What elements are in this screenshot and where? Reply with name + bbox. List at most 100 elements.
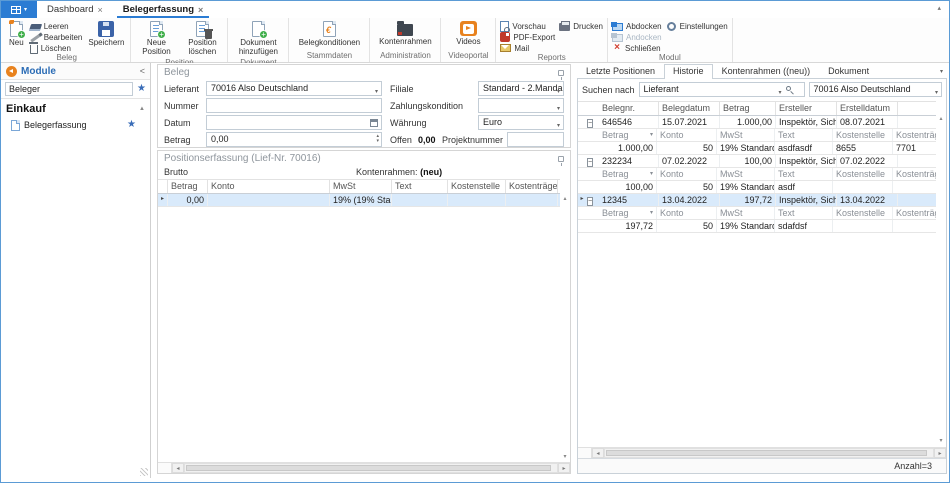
- column-header-kostentraeger[interactable]: Kostenträger: [506, 180, 558, 193]
- collapse-box-icon[interactable]: −: [587, 158, 593, 167]
- leeren-button[interactable]: Leeren: [30, 21, 83, 31]
- scroll-up-icon[interactable]: ▴: [563, 195, 566, 203]
- master-row-selected[interactable]: ▸ − 12345 13.04.2022 197,72 Inspektör, S…: [578, 194, 936, 207]
- projektnummer-input[interactable]: [507, 132, 564, 147]
- waehrung-combo[interactable]: Euro ▾: [478, 115, 564, 130]
- scroll-left-icon[interactable]: ◂: [172, 463, 184, 473]
- search-value-combo[interactable]: 70016 Also Deutschland ▾: [809, 82, 942, 97]
- calendar-icon[interactable]: [370, 119, 378, 127]
- vorschau-button[interactable]: Vorschau: [500, 21, 555, 31]
- tab-kontenrahmen-neu[interactable]: Kontenrahmen ((neu)): [713, 64, 820, 78]
- chevron-down-icon[interactable]: ▾: [557, 86, 560, 96]
- bearbeiten-button[interactable]: Bearbeiten: [30, 32, 83, 42]
- detail-column-kostenstelle[interactable]: Kostenstelle: [833, 168, 893, 180]
- horizontal-scrollbar[interactable]: ◂ ▸: [578, 447, 946, 458]
- dokument-hinzufuegen-button[interactable]: Dokument hinzufügen: [232, 20, 284, 58]
- scroll-up-icon[interactable]: ▴: [939, 115, 942, 123]
- chevron-down-icon[interactable]: ▾: [935, 87, 938, 97]
- scrollbar-track[interactable]: [604, 448, 934, 458]
- horizontal-scrollbar[interactable]: ◂ ▸: [158, 462, 570, 473]
- tab-dashboard[interactable]: Dashboard ×: [37, 1, 113, 18]
- column-header-erstelldatum[interactable]: Erstelldatum: [837, 102, 898, 115]
- column-header-belegdatum[interactable]: Belegdatum: [659, 102, 720, 115]
- detail-row[interactable]: 1.000,00 50 19% Standard MwS... asdfasdf…: [578, 142, 936, 155]
- speichern-button[interactable]: Speichern: [86, 20, 126, 49]
- filter-caret-icon[interactable]: ▾: [650, 208, 653, 218]
- andocken-button[interactable]: Andocken: [612, 32, 662, 42]
- column-header-betrag[interactable]: Betrag: [168, 180, 208, 193]
- detail-column-text[interactable]: Text: [775, 207, 833, 219]
- detail-column-text[interactable]: Text: [775, 129, 833, 141]
- module-group-einkauf[interactable]: Einkauf ▲: [1, 99, 150, 117]
- spinner-stepper[interactable]: ▴▾: [376, 134, 379, 144]
- scroll-down-icon[interactable]: ▾: [563, 453, 566, 461]
- neue-position-button[interactable]: Neue Position: [135, 20, 177, 58]
- column-header-belegnr[interactable]: Belegnr.: [599, 102, 659, 115]
- item-favorite-star-icon[interactable]: ★: [127, 120, 136, 130]
- chevron-down-icon[interactable]: ▾: [779, 87, 782, 97]
- chevron-down-icon[interactable]: ▾: [557, 120, 560, 130]
- filiale-combo[interactable]: Standard - 2.Mandant ▾: [478, 81, 564, 96]
- detail-column-betrag[interactable]: Betrag▾: [599, 168, 657, 180]
- detail-row[interactable]: 197,72 50 19% Standard MwS... sdafdsf: [578, 220, 936, 233]
- betrag-input[interactable]: 0,00 ▴▾: [206, 132, 382, 147]
- vertical-scrollbar[interactable]: ▴ ▾: [560, 195, 570, 461]
- column-header-mwst[interactable]: MwSt: [330, 180, 392, 193]
- detail-column-mwst[interactable]: MwSt: [717, 207, 775, 219]
- filter-caret-icon[interactable]: ▾: [650, 169, 653, 179]
- neu-button[interactable]: Neu: [7, 20, 26, 49]
- detail-column-konto[interactable]: Konto: [657, 207, 717, 219]
- scrollbar-thumb[interactable]: [186, 465, 551, 471]
- master-row[interactable]: − 646546 15.07.2021 1.000,00 Inspektör, …: [578, 116, 936, 129]
- column-header-konto[interactable]: Konto: [208, 180, 330, 193]
- filter-caret-icon[interactable]: ▾: [650, 130, 653, 140]
- magnifier-icon[interactable]: [786, 86, 791, 91]
- nummer-input[interactable]: [206, 98, 382, 113]
- detail-column-betrag[interactable]: Betrag▾: [599, 129, 657, 141]
- column-header-ersteller[interactable]: Ersteller: [776, 102, 837, 115]
- tab-belegerfassung[interactable]: Belegerfassung ×: [113, 1, 214, 18]
- detail-column-konto[interactable]: Konto: [657, 129, 717, 141]
- scroll-right-icon[interactable]: ▸: [558, 463, 570, 473]
- detail-column-kostentraeger[interactable]: Kostenträger: [893, 207, 936, 219]
- mail-button[interactable]: Mail: [500, 43, 555, 53]
- lieferant-combo[interactable]: 70016 Also Deutschland ▾: [206, 81, 382, 96]
- master-row[interactable]: − 232234 07.02.2022 100,00 Inspektör, Si…: [578, 155, 936, 168]
- collapse-box-icon[interactable]: −: [587, 197, 593, 206]
- detail-column-kostenstelle[interactable]: Kostenstelle: [833, 207, 893, 219]
- tab-overflow-icon[interactable]: ▾: [936, 68, 947, 78]
- detail-column-text[interactable]: Text: [775, 168, 833, 180]
- scroll-right-icon[interactable]: ▸: [934, 448, 946, 458]
- column-header-kostenstelle[interactable]: Kostenstelle: [448, 180, 506, 193]
- sidebar-resize-grip[interactable]: [140, 468, 148, 476]
- detail-row[interactable]: 100,00 50 19% Standard MwS... asdf: [578, 181, 936, 194]
- belegkonditionen-button[interactable]: € Belegkonditionen: [293, 20, 365, 49]
- sidebar-item-belegerfassung[interactable]: Belegerfassung ★: [1, 117, 150, 133]
- vertical-scrollbar[interactable]: ▴ ▾: [936, 115, 946, 445]
- detail-column-betrag[interactable]: Betrag▾: [599, 207, 657, 219]
- videos-button[interactable]: Videos: [445, 20, 491, 48]
- column-header-betrag[interactable]: Betrag: [720, 102, 776, 115]
- detail-column-mwst[interactable]: MwSt: [717, 168, 775, 180]
- scrollbar-track[interactable]: [184, 463, 558, 473]
- position-loeschen-button[interactable]: Position löschen: [181, 20, 223, 58]
- einstellungen-button[interactable]: Einstellungen: [666, 21, 728, 31]
- pushpin-icon[interactable]: [558, 156, 564, 162]
- scroll-left-icon[interactable]: ◂: [592, 448, 604, 458]
- datum-input[interactable]: [206, 115, 382, 130]
- positions-grid-row[interactable]: ▸ 0,00 19% (19% Standar...: [158, 194, 560, 207]
- tab-dashboard-close-icon[interactable]: ×: [97, 5, 102, 15]
- detail-column-kostentraeger[interactable]: Kostenträger: [893, 168, 936, 180]
- detail-column-konto[interactable]: Konto: [657, 168, 717, 180]
- sidebar-collapse-icon[interactable]: <: [140, 66, 145, 76]
- list-scroll-up-icon[interactable]: ▲: [139, 106, 145, 112]
- tab-letzte-positionen[interactable]: Letzte Positionen: [577, 64, 664, 78]
- tab-dokument[interactable]: Dokument: [819, 64, 878, 78]
- detail-column-kostenstelle[interactable]: Kostenstelle: [833, 129, 893, 141]
- pdf-export-button[interactable]: PDF-Export: [500, 32, 555, 42]
- column-header-text[interactable]: Text: [392, 180, 448, 193]
- collapse-box-icon[interactable]: −: [587, 119, 593, 128]
- search-field-combo[interactable]: Lieferant ▾: [639, 82, 805, 97]
- app-menu-button[interactable]: ▾: [1, 1, 37, 18]
- ribbon-collapse-icon[interactable]: ▴: [937, 4, 941, 12]
